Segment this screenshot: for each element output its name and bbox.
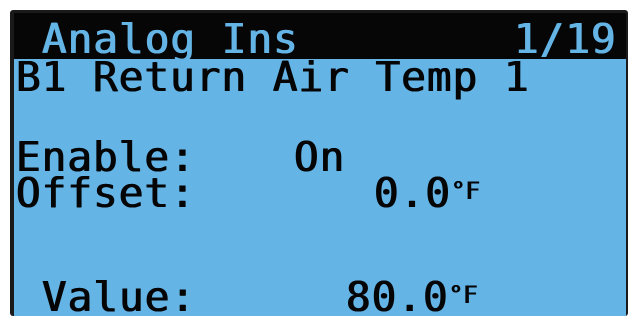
offset-readout[interactable]: 0.0°F: [374, 173, 480, 214]
enable-value[interactable]: On: [294, 137, 345, 178]
offset-value: 0.0: [374, 169, 452, 217]
offset-label: Offset:: [16, 169, 196, 217]
value-readout: 80.0°F: [346, 277, 478, 316]
value-value: 80.0: [346, 273, 449, 316]
point-name: B1 Return Air Temp 1: [16, 53, 530, 101]
value-unit: °F: [448, 281, 478, 309]
lcd-screen: Analog Ins 1/19 B1 Return Air Temp 1 Ena…: [14, 13, 626, 316]
value-label: Value:: [42, 273, 197, 316]
offset-unit: °F: [451, 177, 480, 205]
